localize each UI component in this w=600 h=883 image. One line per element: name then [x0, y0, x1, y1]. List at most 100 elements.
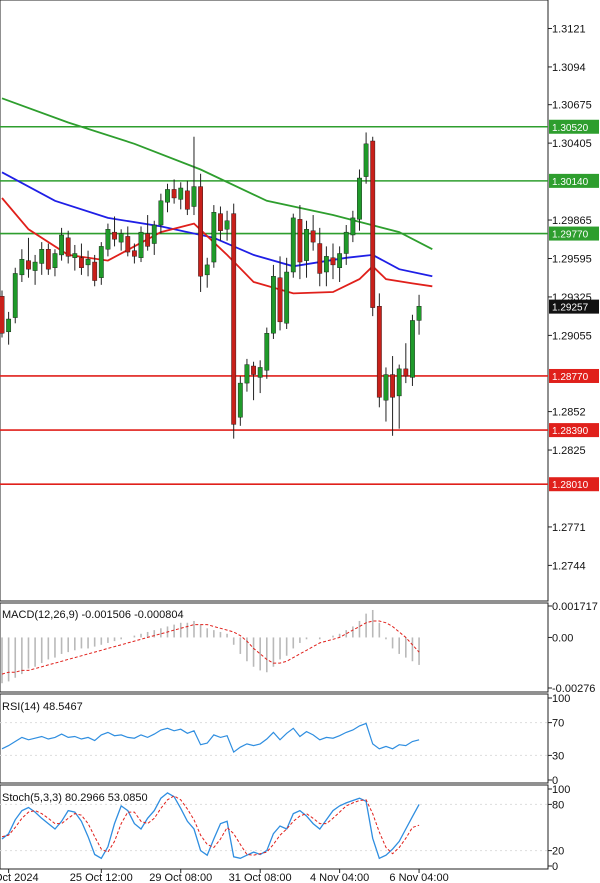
candle-bearish — [112, 231, 117, 240]
level-label: 1.28390 — [552, 426, 589, 437]
stochastic-panel: 100 80 20 0 Stoch(5,3,3) 80.2966 53.0850 — [0, 784, 570, 873]
candle-bearish — [45, 249, 51, 270]
candle-bearish — [218, 213, 223, 231]
candle-bullish — [271, 276, 276, 334]
time-axis-label: 4 Nov 04:00 — [310, 872, 369, 883]
price-axis-label: 1.29865 — [552, 215, 592, 227]
candle-bearish — [403, 368, 409, 377]
time-axis-label: 29 Oct 08:00 — [149, 872, 212, 883]
price-axis-label: 1.29595 — [552, 253, 592, 265]
candle-bearish — [330, 257, 336, 266]
price-axis-label: 1.3094 — [552, 62, 586, 74]
candle-bullish — [264, 333, 270, 371]
indicator-legend: Stoch(5,3,3) 80.2966 53.0850 — [2, 792, 148, 804]
candle-bullish — [357, 177, 362, 220]
indicator-axis-label: 0.00 — [552, 632, 573, 644]
indicator-axis-label: 20 — [552, 846, 564, 858]
price-axis-label: 1.2744 — [552, 560, 586, 572]
candle-bearish — [0, 296, 5, 334]
candle-bullish — [211, 212, 217, 263]
candle-bullish — [39, 249, 45, 264]
candle-bullish — [59, 234, 64, 256]
candle-bullish — [244, 364, 250, 384]
candle-bearish — [251, 365, 256, 375]
candle-bullish — [257, 367, 263, 378]
candle-bullish — [32, 261, 38, 271]
rsi-panel: 10070300RSI(14) 48.5467 — [0, 693, 570, 787]
candle-bearish — [198, 186, 203, 277]
macd-signal-line — [1, 620, 420, 675]
candle-bullish — [290, 217, 296, 273]
indicator-axis-label: 30 — [552, 750, 564, 762]
time-axis-label: 6 Nov 04:00 — [389, 872, 448, 883]
indicator-axis-label: 70 — [552, 718, 564, 730]
level-label: 1.30140 — [552, 177, 589, 188]
indicator-axis-label: 0 — [552, 861, 558, 873]
candle-bearish — [231, 213, 237, 425]
time-axis: 23 Oct 2024 25 Oct 12:00 29 Oct 08:00 31 Oc… — [0, 869, 449, 883]
forex-chart: 1.3121 1.3094 1.30675 1.30405 1.29865 1.29595… — [0, 0, 599, 883]
candle-bearish — [92, 261, 98, 281]
candle-bullish — [343, 231, 349, 254]
candle-bullish — [72, 253, 78, 258]
time-axis-label: 31 Oct 08:00 — [229, 872, 292, 883]
price-panel: 1.3121 1.3094 1.30675 1.30405 1.29865 1.29595… — [0, 23, 599, 572]
candle-bullish — [410, 320, 415, 378]
candle-bullish — [304, 229, 309, 261]
candle-bullish — [204, 264, 210, 276]
price-axis-label: 1.30405 — [552, 138, 592, 150]
candle-bullish — [284, 271, 290, 324]
level-label: 1.28770 — [552, 372, 589, 383]
candle-bullish — [191, 186, 197, 207]
candle-bearish — [310, 230, 316, 243]
candle-bullish — [383, 374, 389, 401]
indicator-legend: RSI(14) 48.5467 — [2, 701, 83, 713]
indicator-axis-label: 100 — [552, 784, 570, 796]
level-label: 1.29770 — [552, 230, 589, 241]
price-axis-label: 1.29055 — [552, 330, 592, 342]
candle-bullish — [158, 200, 164, 226]
candle-bearish — [26, 260, 31, 270]
candle-bullish — [224, 220, 230, 230]
macd-panel: 0.0017170.00-0.00276MACD(12,26,9) -0.001… — [1, 601, 598, 695]
current-price-label: 1.29257 — [552, 303, 589, 314]
candle-bearish — [145, 233, 151, 247]
price-axis-label: 1.2825 — [552, 445, 586, 457]
price-axis-label: 1.2771 — [552, 522, 586, 534]
candle-bullish — [98, 246, 104, 278]
candle-bullish — [178, 187, 184, 200]
candle-bearish — [171, 189, 177, 199]
candle-bullish — [323, 256, 329, 273]
candle-bullish — [85, 258, 91, 266]
candle-bullish — [165, 189, 170, 203]
candle-bullish — [52, 253, 58, 268]
candle-bearish — [376, 305, 382, 398]
candle-bullish — [151, 224, 157, 244]
candle-bearish — [65, 237, 71, 257]
time-axis-label: 23 Oct 2024 — [0, 872, 39, 883]
candle-bearish — [297, 219, 303, 263]
price-axis-label: 1.30675 — [552, 100, 592, 112]
candle-bearish — [131, 250, 137, 257]
indicator-axis-label: 0.001717 — [552, 601, 598, 613]
level-label: 1.28010 — [552, 480, 589, 491]
candle-bearish — [390, 374, 395, 398]
candle-bearish — [79, 257, 84, 268]
candle-bearish — [277, 277, 283, 323]
candle-bullish — [337, 253, 343, 268]
candle-bearish — [317, 243, 323, 274]
candle-bearish — [370, 140, 376, 308]
indicator-legend: MACD(12,26,9) -0.001506 -0.000804 — [2, 609, 184, 621]
indicator-axis-label: 100 — [552, 693, 570, 705]
candle-bearish — [125, 236, 131, 253]
candle-bullish — [350, 217, 356, 236]
candle-bullish — [105, 229, 111, 250]
candle-bullish — [19, 258, 25, 276]
candle-bullish — [363, 143, 369, 177]
indicator-axis-label: 80 — [552, 799, 564, 811]
price-axis-label: 1.2852 — [552, 407, 586, 419]
candle-bearish — [184, 190, 190, 210]
candle-bullish — [237, 382, 243, 418]
candle-bullish — [416, 305, 422, 321]
candle-bullish — [118, 233, 124, 243]
